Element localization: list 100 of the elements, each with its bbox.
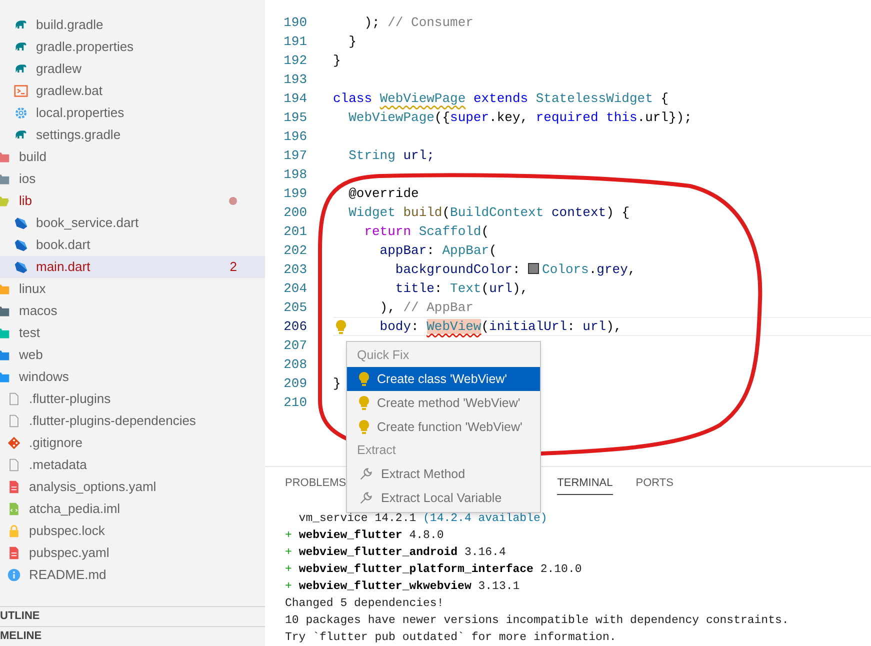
code-line[interactable]: Widget build(BuildContext context) { xyxy=(333,202,630,222)
line-number: 210 xyxy=(282,394,307,412)
code-line[interactable]: backgroundColor: Colors.grey, xyxy=(333,260,636,280)
terminal-line: + webview_flutter 4.8.0 xyxy=(285,528,445,544)
code-line[interactable]: } xyxy=(333,50,341,70)
file-tree-item[interactable]: local.properties xyxy=(0,102,265,124)
line-number: 198 xyxy=(282,166,307,184)
panel-tab[interactable]: TERMINAL xyxy=(557,472,613,494)
file-icon xyxy=(7,480,21,494)
code-line[interactable]: appBar: AppBar( xyxy=(333,240,497,260)
file-tree-item[interactable]: gradlew xyxy=(0,58,265,80)
line-number: 199 xyxy=(282,184,307,203)
line-number: 202 xyxy=(282,242,307,260)
menu-group-title: Quick Fix xyxy=(356,347,410,364)
menu-item[interactable]: Extract Local Variable xyxy=(347,486,540,510)
lightbulb-icon xyxy=(359,372,369,386)
dart-icon xyxy=(14,260,28,274)
dart-icon xyxy=(14,238,28,252)
menu-item[interactable]: Create class 'WebView' xyxy=(347,367,540,391)
file-tree-item[interactable]: README.md xyxy=(0,564,265,586)
line-number: 205 xyxy=(282,298,307,317)
file-tree-item[interactable]: macos xyxy=(0,300,265,322)
line-number: 206 xyxy=(282,318,307,336)
line-number: 204 xyxy=(282,280,307,298)
file-tree-item[interactable]: pubspec.yaml xyxy=(0,542,265,564)
line-number: 193 xyxy=(282,70,307,89)
menu-group-title: Extract xyxy=(356,442,397,460)
panel-tab[interactable]: PORTS xyxy=(636,472,674,494)
wrench-icon xyxy=(359,467,373,481)
file-tree-item[interactable]: ios xyxy=(0,168,265,190)
code-line[interactable]: return Scaffold( xyxy=(333,222,490,242)
menu-item[interactable]: Create method 'WebView' xyxy=(347,391,540,415)
code-line[interactable]: @override xyxy=(333,184,419,204)
terminal-icon xyxy=(14,84,28,98)
code-line[interactable]: ); // Consumer xyxy=(333,12,474,32)
file-tree-item[interactable]: test xyxy=(0,322,265,344)
line-number: 197 xyxy=(282,146,307,165)
file-tree-item[interactable]: main.dart 2 xyxy=(0,256,265,278)
file-tree-item[interactable]: gradlew.bat xyxy=(0,80,265,102)
section-header[interactable]: UTLINE xyxy=(0,608,40,625)
line-number: 191 xyxy=(282,32,307,51)
line-number: 208 xyxy=(282,356,307,374)
info-icon xyxy=(7,568,21,582)
line-number: 209 xyxy=(282,374,307,393)
file-tree-item[interactable]: .flutter-plugins xyxy=(0,388,265,410)
file-tree-item[interactable]: build.gradle xyxy=(0,14,265,36)
terminal-line: + webview_flutter_wkwebview 3.13.1 xyxy=(285,579,521,595)
menu-item[interactable]: Create function 'WebView' xyxy=(347,415,540,439)
code-line[interactable]: String url; xyxy=(333,146,434,166)
code-line[interactable]: title: Text(url), xyxy=(333,278,528,298)
line-number: 192 xyxy=(282,52,307,70)
file-icon xyxy=(7,392,21,406)
line-number: 200 xyxy=(282,204,307,222)
git-icon xyxy=(7,436,21,450)
line-number: 194 xyxy=(282,90,307,108)
file-tree-item[interactable]: .flutter-plugins-dependencies xyxy=(0,410,265,432)
line-number: 190 xyxy=(282,14,307,32)
file-tree-item[interactable]: settings.gradle xyxy=(0,124,265,146)
file-tree-item[interactable]: analysis_options.yaml xyxy=(0,476,265,498)
code-line[interactable]: ), // AppBar xyxy=(333,298,474,318)
lock-icon xyxy=(7,524,21,538)
terminal-line: vm_service 14.2.1 (14.2.4 available) xyxy=(298,511,548,527)
terminal-line: Changed 5 dependencies! xyxy=(285,596,445,612)
code-line[interactable]: WebViewPage({super.key, required this.url}); xyxy=(333,108,692,128)
lightbulb-icon xyxy=(359,396,369,410)
section-header[interactable]: MELINE xyxy=(0,628,42,645)
file-tree-item[interactable]: web xyxy=(0,344,265,366)
file-tree-item[interactable]: linux xyxy=(0,278,265,300)
line-number: 203 xyxy=(282,260,307,279)
terminal-line: + webview_flutter_android 3.16.4 xyxy=(285,545,507,561)
file-tree-item[interactable]: atcha_pedia.iml xyxy=(0,498,265,520)
file-tree-item[interactable]: build xyxy=(0,146,265,168)
file-tree-item[interactable]: pubspec.lock xyxy=(0,520,265,542)
code-line[interactable]: } xyxy=(333,32,356,52)
file-icon xyxy=(7,502,21,516)
file-tree-item[interactable]: windows xyxy=(0,366,265,388)
line-number: 196 xyxy=(282,128,307,146)
file-tree-item[interactable]: gradle.properties xyxy=(0,36,265,58)
code-line[interactable]: } xyxy=(333,374,341,394)
file-tree-item[interactable]: .gitignore xyxy=(0,432,265,454)
code-line[interactable]: body: WebView(initialUrl: url), xyxy=(333,316,622,336)
file-tree-item[interactable]: lib xyxy=(0,190,265,212)
gear-icon xyxy=(14,106,28,120)
file-tree-item[interactable]: book.dart xyxy=(0,234,265,256)
file-icon xyxy=(7,414,21,428)
line-number: 195 xyxy=(282,108,307,127)
dart-icon xyxy=(14,216,28,230)
line-number: 207 xyxy=(282,336,307,355)
file-tree-item[interactable]: .metadata xyxy=(0,454,265,476)
menu-item[interactable]: Extract Method xyxy=(347,462,540,486)
code-line[interactable]: class WebViewPage extends StatelessWidget { xyxy=(333,88,668,108)
lightbulb-icon xyxy=(359,420,369,434)
problem-count: 2 xyxy=(230,258,237,276)
terminal-line: + webview_flutter_platform_interface 2.10.0 xyxy=(285,562,583,578)
wrench-icon xyxy=(359,491,373,505)
terminal-line: Try `flutter pub outdated` for more information. xyxy=(285,630,618,646)
file-tree-item[interactable]: book_service.dart xyxy=(0,212,265,234)
file-icon xyxy=(7,458,21,472)
panel-tab[interactable]: PROBLEMS xyxy=(285,472,346,494)
color-swatch[interactable] xyxy=(528,262,540,274)
